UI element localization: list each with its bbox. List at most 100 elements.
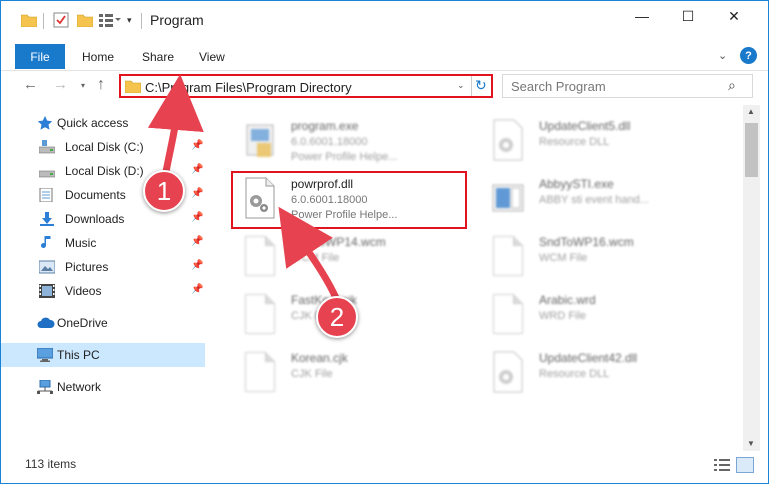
network-icon bbox=[37, 379, 53, 394]
file-name: AbbyySTI.exe bbox=[539, 177, 614, 191]
pin-icon[interactable]: 📌 bbox=[191, 260, 203, 271]
pin-icon[interactable]: 📌 bbox=[191, 212, 203, 223]
drive-icon bbox=[38, 140, 56, 154]
sidebar-item-quick-access[interactable]: Quick access bbox=[1, 111, 205, 135]
up-arrow-icon[interactable]: ↑ bbox=[97, 76, 105, 94]
computer-icon bbox=[36, 347, 54, 362]
minimize-button[interactable]: — bbox=[619, 1, 665, 31]
address-path[interactable]: C:\Program Files\Program Directory bbox=[145, 80, 352, 95]
file-name: Korean.cjk bbox=[291, 351, 348, 365]
view-options-icon[interactable] bbox=[99, 11, 121, 29]
maximize-button[interactable]: ☐ bbox=[665, 1, 711, 31]
file-item[interactable]: UpdateClient42.dll Resource DLL bbox=[469, 343, 719, 401]
file-item[interactable]: AbbyySTI.exe ABBY sti event hand... bbox=[469, 169, 719, 227]
step-1-badge: 1 bbox=[143, 170, 185, 212]
help-icon[interactable]: ? bbox=[740, 47, 757, 64]
file-detail: 6.0.6001.18000 bbox=[291, 136, 368, 148]
scroll-down-icon[interactable]: ▼ bbox=[747, 439, 755, 448]
sidebar-item-music[interactable]: Music 📌 bbox=[1, 231, 205, 255]
videos-icon bbox=[39, 284, 55, 298]
file-item[interactable]: SndToWP14.wcm WCM File bbox=[221, 227, 471, 285]
pin-icon[interactable]: 📌 bbox=[191, 188, 203, 199]
file-item[interactable]: program.exe 6.0.6001.18000 Power Profile… bbox=[221, 111, 471, 169]
search-icon[interactable]: ⌕ bbox=[728, 77, 736, 94]
back-arrow-icon[interactable]: ← bbox=[23, 76, 38, 93]
sidebar-item-label: Videos bbox=[65, 284, 102, 298]
navigation-pane: Quick access Local Disk (C:) 📌 Local Dis… bbox=[1, 105, 209, 445]
forward-arrow-icon[interactable]: → bbox=[53, 76, 68, 93]
window-title: Program bbox=[150, 12, 204, 28]
file-icon bbox=[243, 235, 277, 277]
onedrive-icon bbox=[37, 316, 55, 330]
item-count: 113 items bbox=[25, 457, 77, 471]
file-icon bbox=[243, 293, 277, 335]
folder-icon bbox=[124, 79, 142, 96]
tab-view[interactable]: View bbox=[199, 44, 225, 69]
file-name: SndToWP14.wcm bbox=[291, 235, 386, 249]
folder-icon[interactable] bbox=[21, 11, 37, 29]
sidebar-item-label: Documents bbox=[65, 188, 126, 202]
address-bar[interactable]: C:\Program Files\Program Directory ⌄ ↻ bbox=[119, 74, 493, 98]
search-input[interactable] bbox=[511, 77, 721, 95]
sidebar-item-label: Local Disk (C:) bbox=[65, 140, 144, 154]
new-folder-icon[interactable] bbox=[77, 11, 93, 29]
pin-icon[interactable]: 📌 bbox=[191, 164, 203, 175]
properties-check-icon[interactable] bbox=[53, 11, 69, 29]
file-item[interactable]: SndToWP16.wcm WCM File bbox=[469, 227, 719, 285]
sidebar-item-pictures[interactable]: Pictures 📌 bbox=[1, 255, 205, 279]
tab-file[interactable]: File bbox=[15, 44, 65, 69]
close-button[interactable]: ✕ bbox=[711, 1, 757, 31]
sidebar-item-local-disk-c[interactable]: Local Disk (C:) 📌 bbox=[1, 135, 205, 159]
file-item[interactable]: Arabic.wrd WRD File bbox=[469, 285, 719, 343]
recent-locations-icon[interactable]: ▾ bbox=[81, 81, 85, 90]
sidebar-item-label: Pictures bbox=[65, 260, 109, 274]
file-name: program.exe bbox=[291, 119, 359, 133]
file-name: SndToWP16.wcm bbox=[539, 235, 634, 249]
file-detail: WCM File bbox=[539, 252, 588, 264]
large-icons-view-icon[interactable] bbox=[736, 457, 754, 473]
address-divider bbox=[471, 76, 472, 96]
expand-ribbon-icon[interactable]: ⌄ bbox=[718, 49, 727, 62]
exe-icon bbox=[243, 119, 277, 161]
sidebar-item-videos[interactable]: Videos 📌 bbox=[1, 279, 205, 303]
pin-icon[interactable]: 📌 bbox=[191, 284, 203, 295]
pin-icon[interactable]: 📌 bbox=[191, 140, 203, 151]
tab-home[interactable]: Home bbox=[82, 44, 114, 69]
downloads-icon bbox=[39, 212, 55, 226]
sidebar-item-label: Network bbox=[57, 380, 102, 394]
scroll-thumb[interactable] bbox=[745, 123, 758, 177]
sidebar-item-label: Music bbox=[65, 236, 97, 250]
step-2-badge: 2 bbox=[316, 296, 358, 338]
file-detail: ABBY sti event hand... bbox=[539, 194, 649, 206]
file-name: Arabic.wrd bbox=[539, 293, 596, 307]
address-dropdown-icon[interactable]: ⌄ bbox=[457, 80, 465, 91]
file-detail: WRD File bbox=[539, 310, 587, 322]
sidebar-item-onedrive[interactable]: OneDrive bbox=[1, 311, 205, 335]
search-box[interactable]: ⌕ bbox=[502, 74, 753, 98]
file-list: program.exe 6.0.6001.18000 Power Profile… bbox=[211, 105, 741, 451]
file-description: Power Profile Helpe... bbox=[291, 151, 398, 163]
file-item[interactable]: UpdateClient5.dll Resource DLL bbox=[469, 111, 719, 169]
details-view-icon[interactable] bbox=[714, 458, 730, 472]
dll-icon bbox=[491, 119, 525, 161]
customize-toolbar-icon[interactable]: ▾ bbox=[127, 11, 132, 29]
navigation-bar: ← → ▾ ↑ C:\Program Files\Program Directo… bbox=[1, 72, 768, 102]
music-icon bbox=[39, 236, 55, 250]
file-detail: WCM File bbox=[291, 252, 340, 264]
refresh-icon[interactable]: ↻ bbox=[475, 77, 487, 94]
pictures-icon bbox=[38, 260, 56, 274]
sidebar-item-label: Local Disk (D:) bbox=[65, 164, 144, 178]
tab-share[interactable]: Share bbox=[142, 44, 174, 69]
sidebar-item-this-pc[interactable]: This PC bbox=[1, 343, 205, 367]
vertical-scrollbar[interactable]: ▲ ▼ bbox=[743, 105, 760, 451]
pin-icon[interactable]: 📌 bbox=[191, 236, 203, 247]
dll-icon bbox=[491, 351, 525, 393]
sidebar-item-network[interactable]: Network bbox=[1, 375, 205, 399]
sidebar-item-downloads[interactable]: Downloads 📌 bbox=[1, 207, 205, 231]
file-item[interactable]: Korean.cjk CJK File bbox=[221, 343, 471, 401]
file-name: UpdateClient42.dll bbox=[539, 351, 638, 365]
file-detail: Resource DLL bbox=[539, 136, 610, 148]
sidebar-item-label: OneDrive bbox=[57, 316, 108, 330]
scroll-up-icon[interactable]: ▲ bbox=[747, 107, 755, 116]
exe-icon bbox=[491, 177, 525, 219]
